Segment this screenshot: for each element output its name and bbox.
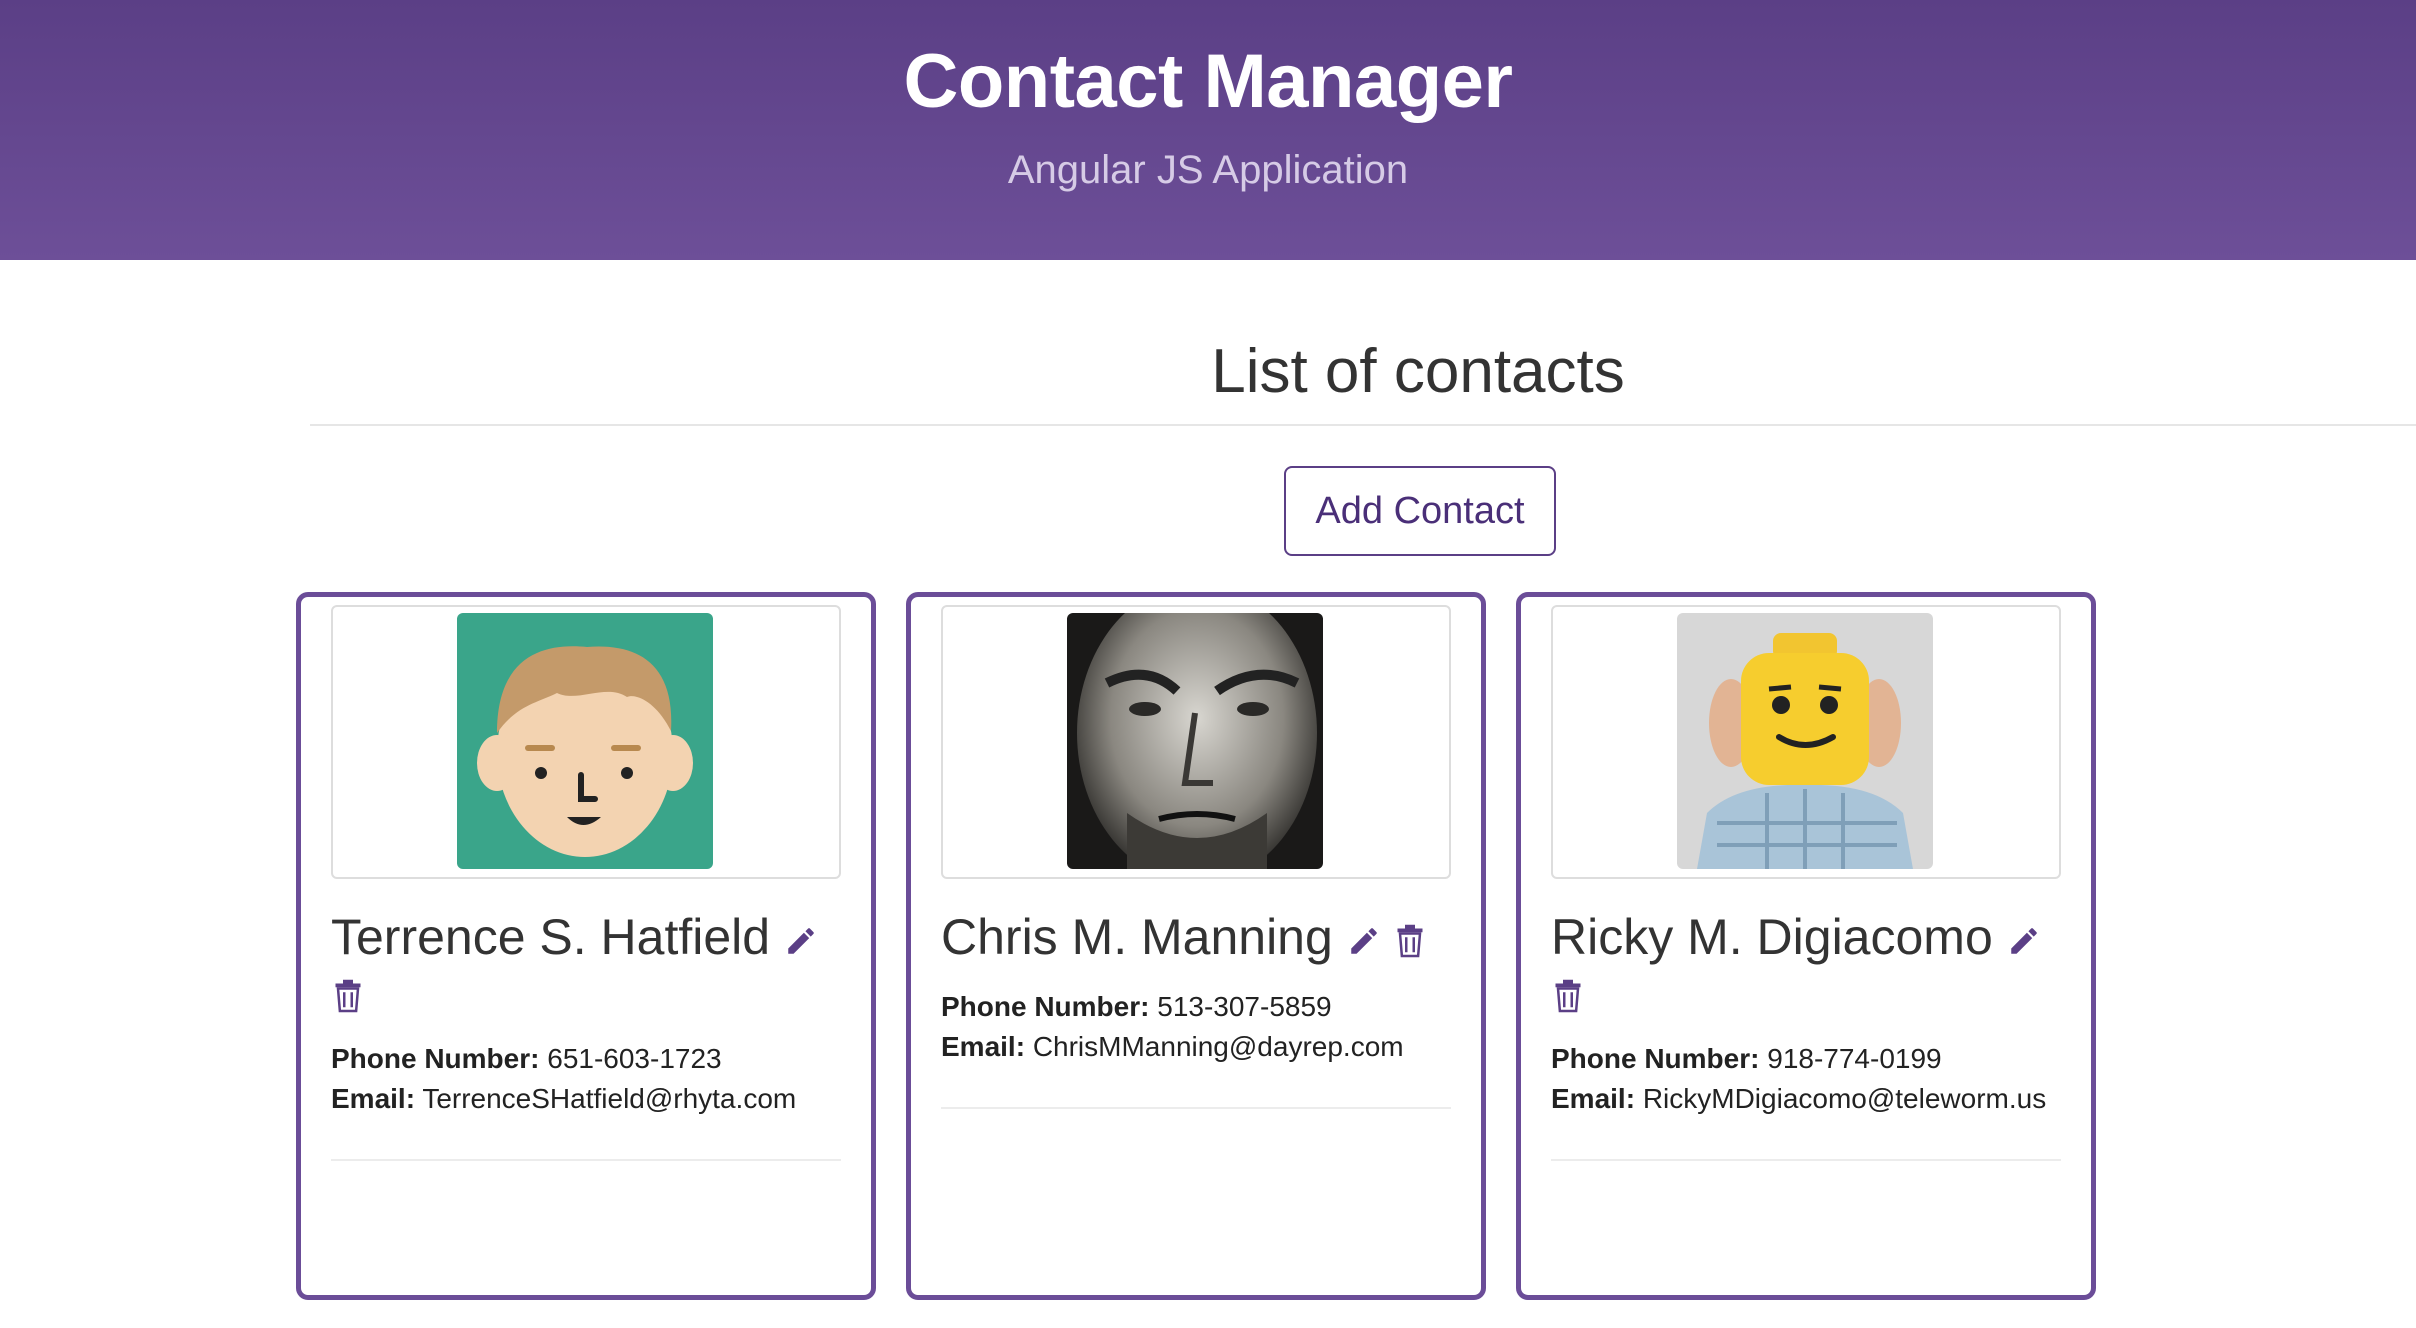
app-title: Contact Manager — [903, 39, 1513, 124]
email-label: Email: — [331, 1083, 416, 1114]
email-value: TerrenceSHatfield@rhyta.com — [422, 1083, 797, 1114]
email-value: ChrisMManning@dayrep.com — [1032, 1031, 1404, 1062]
pencil-icon[interactable] — [784, 924, 818, 958]
contact-name: Terrence S. Hatfield — [331, 909, 771, 965]
lego-head-avatar — [1677, 613, 1933, 869]
contact-name-row: Ricky M. Digiacomo — [1551, 909, 2071, 965]
phone-value: 651-603-1723 — [547, 1043, 722, 1074]
contact-card: Ricky M. Digiacomo Phone Number: 918-774… — [1516, 592, 2096, 1300]
phone-line: Phone Number: 651-603-1723 — [331, 1039, 871, 1079]
pencil-icon[interactable] — [2007, 924, 2041, 958]
add-contact-button[interactable]: Add Contact — [1284, 466, 1556, 556]
section-title: List of contacts — [1211, 337, 1625, 406]
email-line: Email: TerrenceSHatfield@rhyta.com — [331, 1079, 871, 1119]
phone-line: Phone Number: 513-307-5859 — [941, 987, 1481, 1027]
email-value: RickyMDigiacomo@teleworm.us — [1642, 1083, 2047, 1114]
card-divider — [331, 1159, 841, 1161]
email-line: Email: RickyMDigiacomo@teleworm.us — [1551, 1079, 2091, 1119]
trash-icon[interactable] — [333, 979, 363, 1013]
contact-name: Chris M. Manning — [941, 909, 1333, 965]
section-divider — [310, 424, 2416, 426]
contact-card: Terrence S. Hatfield Phone Number: 651-6… — [296, 592, 876, 1300]
trash-icon[interactable] — [1395, 924, 1425, 958]
app-subtitle: Angular JS Application — [1007, 148, 1409, 192]
phone-value: 513-307-5859 — [1157, 991, 1332, 1022]
contact-name-row: Terrence S. Hatfield — [331, 909, 851, 965]
app-header: Contact Manager Angular JS Application — [0, 0, 2416, 260]
card-divider — [1551, 1159, 2061, 1161]
phone-value: 918-774-0199 — [1767, 1043, 1942, 1074]
avatar-frame — [941, 605, 1451, 879]
trash-icon[interactable] — [1553, 979, 1583, 1013]
phone-label: Phone Number: — [941, 991, 1150, 1022]
phone-line: Phone Number: 918-774-0199 — [1551, 1039, 2091, 1079]
email-line: Email: ChrisMManning@dayrep.com — [941, 1027, 1481, 1067]
avatar-frame — [1551, 605, 2061, 879]
card-divider — [941, 1107, 1451, 1109]
cartoon-face-avatar — [457, 613, 713, 869]
contact-name-row: Chris M. Manning — [941, 909, 1461, 965]
email-label: Email: — [1551, 1083, 1636, 1114]
contact-card: Chris M. Manning Phone Number: 513-307-5… — [906, 592, 1486, 1300]
phone-label: Phone Number: — [331, 1043, 540, 1074]
contact-name: Ricky M. Digiacomo — [1551, 909, 1993, 965]
avatar-frame — [331, 605, 841, 879]
bw-portrait-avatar — [1067, 613, 1323, 869]
email-label: Email: — [941, 1031, 1026, 1062]
phone-label: Phone Number: — [1551, 1043, 1760, 1074]
pencil-icon[interactable] — [1347, 924, 1381, 958]
